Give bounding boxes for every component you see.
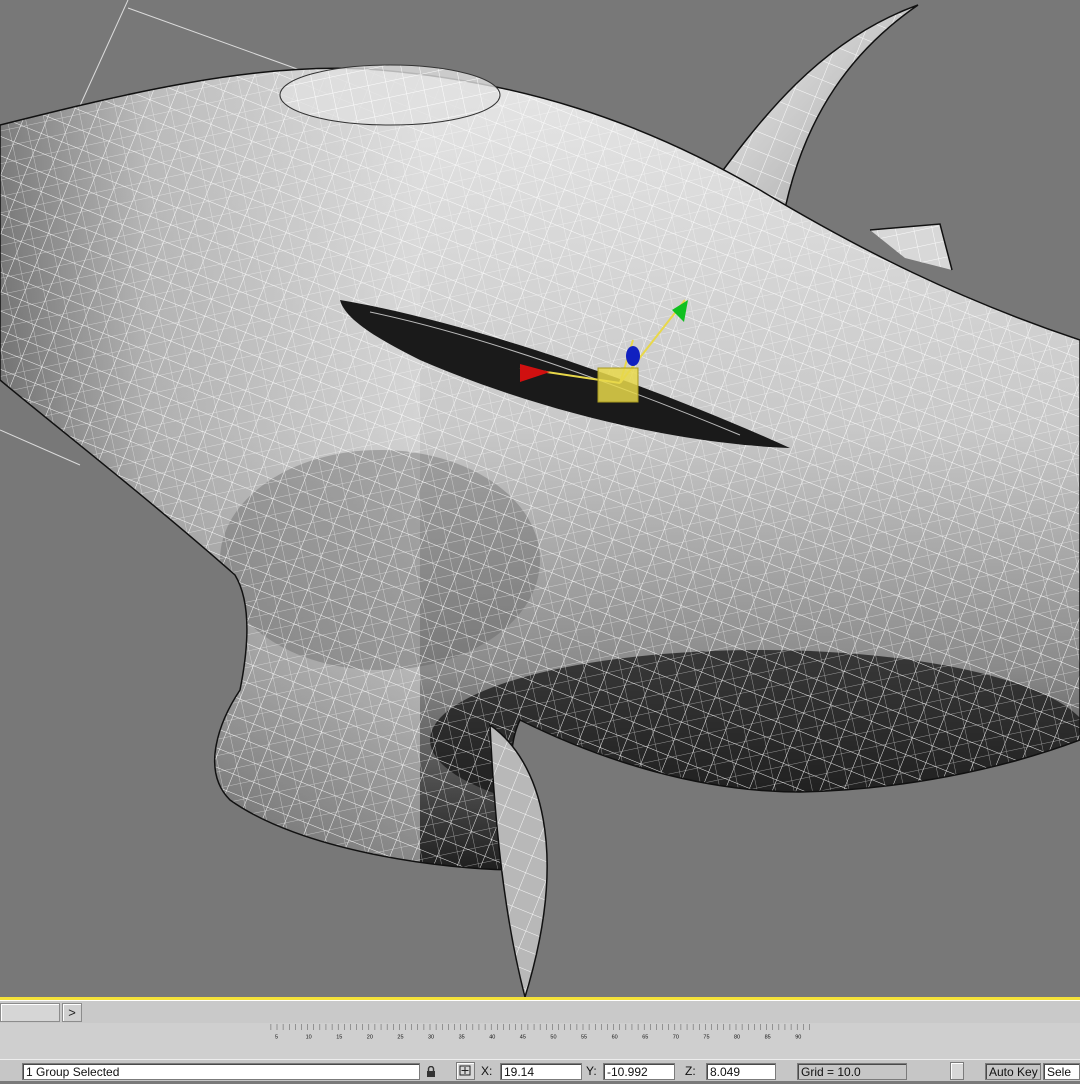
- x-coordinate-label: X:: [481, 1064, 493, 1078]
- ruler-tick-label: 60: [612, 1035, 618, 1041]
- ruler-tick-label: 80: [734, 1035, 740, 1041]
- shark-wireframe-model[interactable]: [0, 0, 1080, 997]
- ruler-tick-label: 15: [336, 1035, 342, 1041]
- head-bump: [279, 64, 501, 126]
- ruler-tick-label: 55: [581, 1035, 587, 1041]
- ruler-tick-label: 35: [459, 1035, 465, 1041]
- ruler-tick-label: 40: [489, 1035, 495, 1041]
- perspective-viewport[interactable]: [0, 0, 1080, 997]
- time-slider-thumb[interactable]: [0, 1003, 60, 1022]
- status-bar: 1 Group Selected X: 19.14 Y: -10.992 Z: …: [0, 1059, 1080, 1081]
- y-coordinate-label: Y:: [586, 1064, 597, 1078]
- ruler-tick-label: 20: [367, 1035, 373, 1041]
- z-axis-arrow: [626, 346, 640, 366]
- auto-key-button[interactable]: Auto Key: [985, 1063, 1041, 1080]
- x-coordinate-field[interactable]: 19.14: [500, 1063, 582, 1080]
- frame-ruler: 5 10 15 20 25 30 35 40 45 50 55 60 65 70 75 80 85 90: [270, 1023, 810, 1041]
- ruler-tick-label: 75: [703, 1035, 709, 1041]
- track-bar[interactable]: 5 10 15 20 25 30 35 40 45 50 55 60 65 70 75 80 85 90: [0, 1023, 1080, 1059]
- lock-icon[interactable]: [426, 1065, 436, 1077]
- ruler-tick-label: 70: [673, 1035, 679, 1041]
- absolute-mode-toggle-button[interactable]: [456, 1062, 475, 1080]
- ruler-tick-label: 65: [642, 1035, 648, 1041]
- transform-mode-icon: [459, 1065, 471, 1076]
- key-icon-button[interactable]: [950, 1062, 964, 1080]
- ruler-tick-label: 30: [428, 1035, 434, 1041]
- ruler-tick-label: 5: [275, 1035, 278, 1041]
- gizmo-center: [598, 368, 638, 402]
- ruler-tick-label: 45: [520, 1035, 526, 1041]
- time-slider-bar[interactable]: >: [0, 1000, 1080, 1023]
- ruler-tick-label: 90: [795, 1035, 801, 1041]
- grid-size-display: Grid = 10.0: [797, 1063, 907, 1080]
- ruler-tick-label: 85: [765, 1035, 771, 1041]
- selection-info-field: 1 Group Selected: [22, 1063, 420, 1080]
- ruler-tick-label: 50: [550, 1035, 556, 1041]
- y-coordinate-field[interactable]: -10.992: [603, 1063, 675, 1080]
- z-coordinate-label: Z:: [685, 1064, 696, 1078]
- ruler-tick-label: 25: [397, 1035, 403, 1041]
- z-coordinate-field[interactable]: 8.049: [706, 1063, 776, 1080]
- selected-filter-dropdown[interactable]: Sele: [1043, 1063, 1080, 1080]
- ruler-tick-label: 10: [306, 1035, 312, 1041]
- next-frame-button[interactable]: >: [62, 1003, 82, 1022]
